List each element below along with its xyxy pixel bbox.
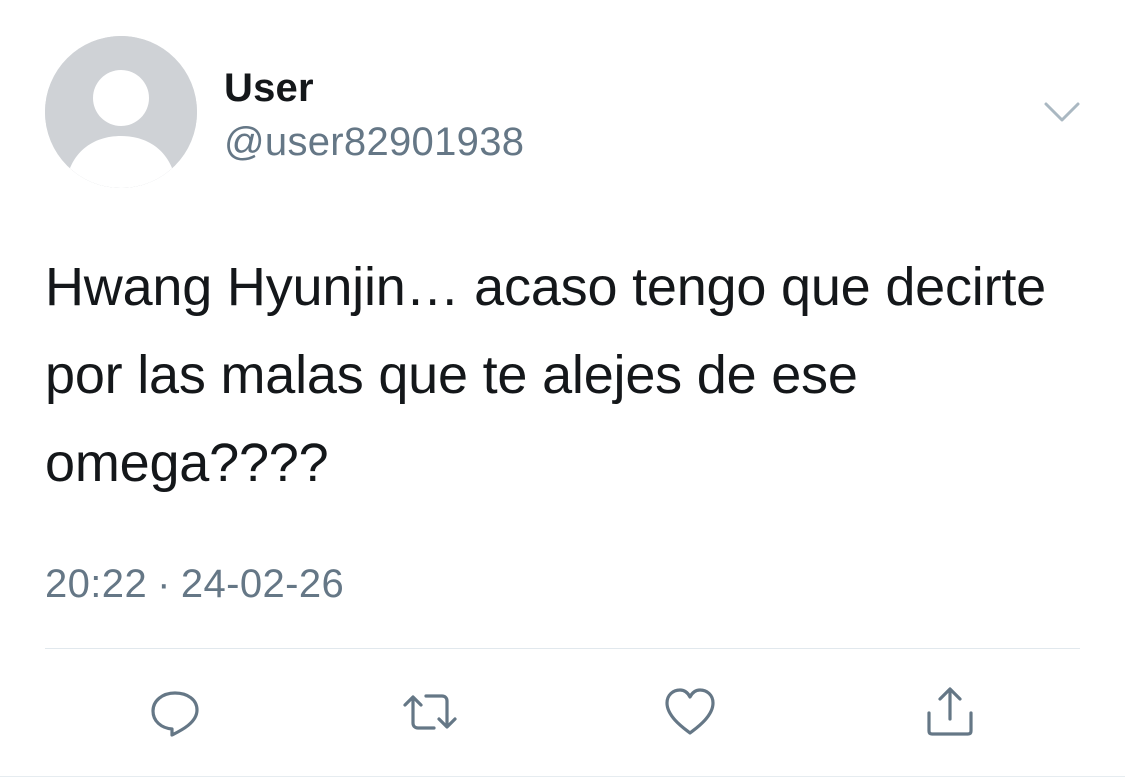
- reply-button[interactable]: [143, 680, 207, 744]
- default-avatar-icon: [45, 36, 197, 188]
- heart-icon: [665, 688, 715, 735]
- tweet-card: User @user82901938 Hwang Hyunjin… acaso …: [0, 0, 1125, 781]
- share-button[interactable]: [918, 680, 982, 744]
- tweet-time: 20:22: [45, 562, 148, 606]
- divider: [45, 648, 1080, 649]
- chevron-down-icon[interactable]: [1040, 96, 1084, 128]
- share-icon: [927, 687, 973, 736]
- avatar[interactable]: [45, 36, 197, 188]
- retweet-icon: [403, 694, 457, 730]
- reply-icon: [151, 691, 199, 737]
- like-button[interactable]: [658, 680, 722, 744]
- timestamp-separator: ·: [157, 562, 171, 606]
- tweet-text: Hwang Hyunjin… acaso tengo que decirte p…: [45, 257, 1061, 493]
- bottom-divider: [0, 776, 1125, 777]
- user-handle[interactable]: @user82901938: [224, 120, 524, 165]
- tweet-timestamp[interactable]: 20:22 · 24-02-26: [45, 562, 344, 607]
- display-name[interactable]: User: [224, 66, 314, 111]
- tweet-date: 24-02-26: [180, 562, 345, 606]
- retweet-button[interactable]: [398, 680, 462, 744]
